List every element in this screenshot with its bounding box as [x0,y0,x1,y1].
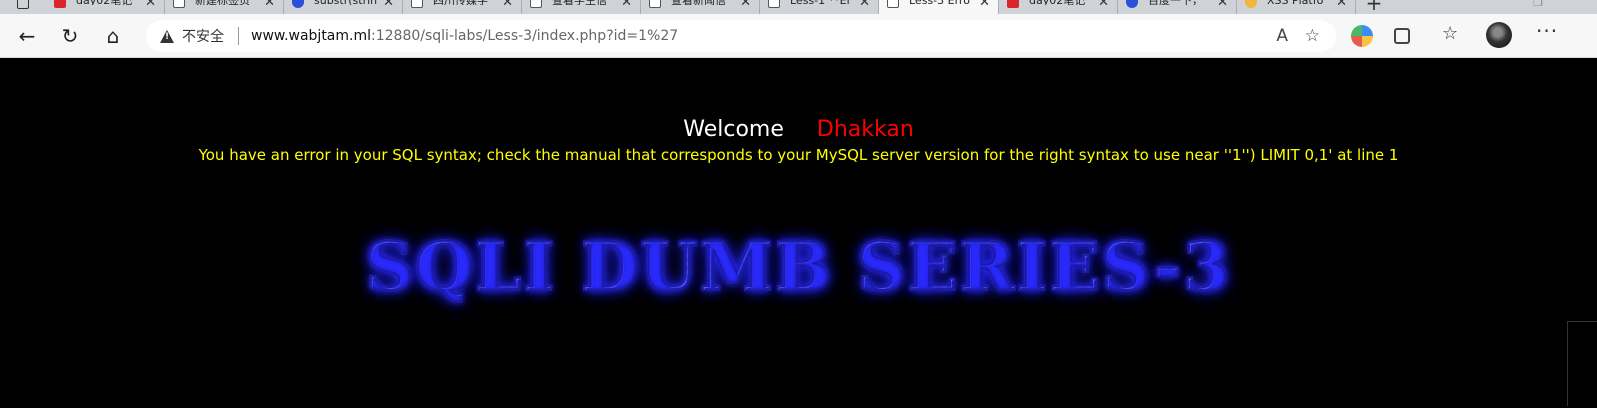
close-tab-icon[interactable]: ✕ [145,0,156,9]
sql-error-message: You have an error in your SQL syntax; ch… [198,146,1399,164]
read-aloud-icon[interactable]: A [1276,26,1288,46]
tab-title: 查看新闻信 [671,0,751,5]
close-tab-icon[interactable]: ✕ [1098,0,1109,9]
browser-tab[interactable]: 新建标签页✕ [165,0,284,14]
tab-title: 四川传媒学 [433,0,513,5]
tab-title: 百度一下， [1148,0,1228,5]
baidu-icon [292,0,304,8]
page-icon [768,0,780,8]
home-icon: ⌂ [106,24,120,48]
close-tab-icon[interactable]: ✕ [1217,0,1228,9]
close-tab-icon[interactable]: ✕ [383,0,394,9]
tab-title: day02笔记 [76,0,156,5]
page-icon [887,0,899,8]
refresh-icon: ↻ [61,24,79,48]
back-arrow-icon: ← [18,24,36,48]
close-tab-icon[interactable]: ✕ [502,0,513,9]
browser-tab[interactable]: Less-3 Erro✕ [879,0,999,14]
warning-icon [160,29,174,43]
add-favorite-icon[interactable]: ☆ [1305,26,1320,46]
browser-tab[interactable]: 百度一下，✕ [1118,0,1237,14]
close-tab-icon[interactable]: ✕ [979,0,990,9]
welcome-text: Welcome [683,117,784,142]
more-options-icon[interactable]: ··· [1536,19,1558,43]
favorites-icon[interactable]: ☆ [1442,23,1464,45]
baidu-icon [1126,0,1138,8]
collections-icon[interactable] [1394,28,1410,44]
xss-icon [1245,0,1257,8]
browser-tab[interactable]: XSS Platfo✕ [1237,0,1356,14]
welcome-name: Dhakkan [816,117,914,142]
browser-tab[interactable]: substr(strin✕ [284,0,403,14]
pdf-icon [1007,0,1019,8]
browser-tab[interactable]: 四川传媒学✕ [403,0,522,14]
tab-title: Less-3 Erro [909,0,990,5]
browser-tab[interactable]: Less-1 **Er✕ [760,0,879,14]
tab-strip: day02笔记✕新建标签页✕substr(strin✕四川传媒学✕查看学生信✕查… [0,0,1597,14]
tab-title: XSS Platfo [1267,0,1347,5]
refresh-button[interactable]: ↻ [55,22,85,50]
tab-actions-button[interactable] [0,0,46,14]
scrollbar-corner [1567,321,1597,406]
url-host[interactable]: www.wabjtam.ml [251,28,371,44]
restore-window-icon[interactable]: ❐ [1533,0,1543,9]
tab-title: 新建标签页 [195,0,275,5]
close-tab-icon[interactable]: ✕ [859,0,870,9]
page-icon [411,0,423,8]
page-content: Welcome Dhakkan You have an error in you… [0,58,1597,408]
home-button[interactable]: ⌂ [98,22,128,50]
close-tab-icon[interactable]: ✕ [621,0,632,9]
close-tab-icon[interactable]: ✕ [1336,0,1347,9]
tab-title: 查看学生信 [552,0,632,5]
close-tab-icon[interactable]: ✕ [264,0,275,9]
tab-list: day02笔记✕新建标签页✕substr(strin✕四川传媒学✕查看学生信✕查… [46,0,1356,14]
pdf-icon [54,0,66,8]
tab-title: substr(strin [314,0,394,5]
extension-icon[interactable] [1351,25,1373,47]
browser-tab[interactable]: 查看新闻信✕ [641,0,760,14]
tab-title: day02笔记 [1029,0,1109,5]
page-icon [649,0,661,8]
security-label[interactable]: 不安全 [182,26,224,46]
url-path[interactable]: :12880/sqli-labs/Less-3/index.php?id=1%2… [371,28,678,44]
page-icon [530,0,542,8]
tab-actions-icon [17,0,29,9]
browser-tab[interactable]: 查看学生信✕ [522,0,641,14]
profile-avatar[interactable] [1486,22,1512,48]
new-tab-button[interactable]: + [1356,0,1392,13]
close-tab-icon[interactable]: ✕ [740,0,751,9]
browser-tab[interactable]: day02笔记✕ [999,0,1118,14]
banner-text: SQLI DUMB SERIES-3 [365,227,1232,307]
url-separator [238,27,239,45]
browser-toolbar: ← ↻ ⌂ 不安全 www.wabjtam.ml :12880/sqli-lab… [0,14,1597,58]
welcome-line: Welcome Dhakkan [0,117,1597,142]
browser-tab[interactable]: day02笔记✕ [46,0,165,14]
series-banner: SQLI DUMB SERIES-3 [0,227,1597,307]
page-icon [173,0,185,8]
back-button[interactable]: ← [12,22,42,50]
tab-title: Less-1 **Er [790,0,870,5]
address-bar[interactable]: 不安全 www.wabjtam.ml :12880/sqli-labs/Less… [146,20,1336,52]
